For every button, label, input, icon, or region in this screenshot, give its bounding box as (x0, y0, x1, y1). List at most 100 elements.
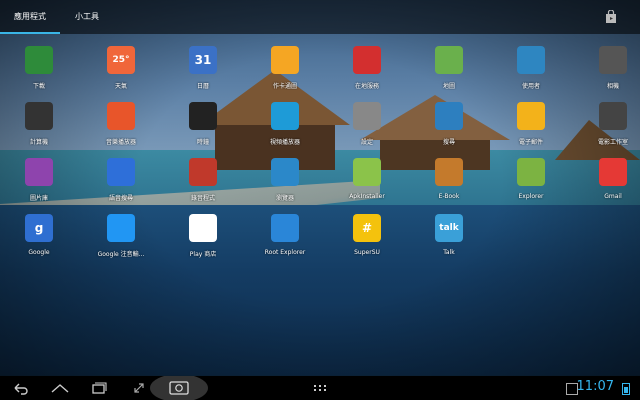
app-music[interactable]: 音樂播放器 (81, 102, 161, 158)
google-zhuyin-input-icon (107, 214, 135, 242)
video-player-icon (271, 102, 299, 130)
app-google-zhuyin-input[interactable]: Google 注音輸... (81, 214, 161, 270)
app-gallery[interactable]: 圖片庫 (0, 158, 79, 214)
app-settings-gear[interactable]: 設定 (327, 102, 407, 158)
google-search-icon: g (25, 214, 53, 242)
app-label: 錄音程式 (190, 195, 215, 202)
talk-icon: talk (435, 214, 463, 242)
maps-icon (435, 46, 463, 74)
music-icon (107, 102, 135, 130)
calendar-icon: 31 (189, 46, 217, 74)
app-label: 音樂播放器 (105, 139, 136, 146)
tab-widgets[interactable]: 小工具 (64, 0, 110, 34)
app-apk-installer[interactable]: ApkInstaller (327, 158, 407, 214)
app-label: Gmail (604, 193, 622, 200)
weather-icon: 25° (107, 46, 135, 74)
app-ebook[interactable]: E-Book (409, 158, 489, 214)
app-label: 電影工作室 (597, 139, 628, 146)
movie-studio-icon (599, 102, 627, 130)
app-download[interactable]: 下載 (0, 46, 79, 102)
app-label: Play 商店 (189, 251, 217, 258)
app-label: 設定 (360, 139, 373, 146)
app-movie-studio[interactable]: 電影工作室 (573, 102, 640, 158)
app-calculator[interactable]: 計算機 (0, 102, 79, 158)
screenshot-button-icon[interactable] (150, 376, 208, 400)
app-video-player[interactable]: 視頻播放器 (245, 102, 325, 158)
app-label: Google 注音輸... (97, 251, 145, 258)
battery-icon (622, 383, 630, 395)
app-label: 相機 (606, 83, 619, 90)
search-icon (435, 102, 463, 130)
app-voice-search[interactable]: 語音搜尋 (81, 158, 161, 214)
home-icon[interactable] (50, 380, 70, 396)
icon-glyph: # (361, 221, 373, 235)
icon-glyph: g (34, 221, 44, 235)
app-label: 下載 (32, 83, 45, 90)
app-google-search[interactable]: g Google (0, 214, 79, 270)
download-icon (25, 46, 53, 74)
app-root-explorer[interactable]: Root Explorer (245, 214, 325, 270)
tab-apps[interactable]: 應用程式 (0, 0, 60, 34)
gallery-icon (25, 158, 53, 186)
expand-icon[interactable] (132, 380, 146, 396)
app-supersu[interactable]: # SuperSU (327, 214, 407, 270)
app-sound-recorder[interactable]: 錄音程式 (163, 158, 243, 214)
supersu-icon: # (353, 214, 381, 242)
icon-glyph: 25° (112, 55, 130, 65)
app-label: 使用者 (521, 83, 540, 90)
app-label: Explorer (518, 193, 544, 200)
app-browser-globe[interactable]: 瀏覽器 (245, 158, 325, 214)
clock-icon (189, 102, 217, 130)
app-label: 天氣 (114, 83, 127, 90)
app-label: ApkInstaller (349, 193, 385, 200)
navigation-bar: 11:07 (0, 376, 640, 400)
app-email[interactable]: 電子郵件 (491, 102, 571, 158)
people-icon (517, 46, 545, 74)
all-apps-grid-icon[interactable] (312, 380, 328, 396)
icon-glyph: 31 (194, 53, 212, 67)
places-icon (353, 46, 381, 74)
app-explorer[interactable]: Explorer (491, 158, 571, 214)
root-explorer-icon (271, 214, 299, 242)
app-camera[interactable]: 相機 (573, 46, 640, 102)
app-label: Talk (443, 249, 455, 256)
app-label: 搜尋 (442, 139, 455, 146)
app-maps[interactable]: 地圖 (409, 46, 489, 102)
app-search[interactable]: 搜尋 (409, 102, 489, 158)
settings-gear-icon (353, 102, 381, 130)
app-weather[interactable]: 25° 天氣 (81, 46, 161, 102)
app-label: 計算機 (29, 139, 48, 146)
camera-icon (599, 46, 627, 74)
store-bag-icon[interactable] (604, 10, 618, 24)
calculator-icon (25, 102, 53, 130)
voice-search-icon (107, 158, 135, 186)
cartoon-icon (271, 46, 299, 74)
app-clock[interactable]: 時鐘 (163, 102, 243, 158)
app-talk[interactable]: talk Talk (409, 214, 489, 270)
app-drawer-tab-bar: 應用程式 小工具 (0, 0, 640, 34)
back-icon[interactable] (12, 380, 30, 396)
explorer-icon (517, 158, 545, 186)
app-people[interactable]: 使用者 (491, 46, 571, 102)
ebook-icon (435, 158, 463, 186)
app-label: 日曆 (196, 83, 209, 90)
apk-installer-icon (353, 158, 381, 186)
app-cartoon[interactable]: 作卡通圖 (245, 46, 325, 102)
app-label: Root Explorer (264, 249, 306, 256)
app-places[interactable]: 在地服務 (327, 46, 407, 102)
app-label: 時鐘 (196, 139, 209, 146)
app-label: 地圖 (442, 83, 455, 90)
app-calendar[interactable]: 31 日曆 (163, 46, 243, 102)
app-play-store[interactable]: Play 商店 (163, 214, 243, 270)
app-label: 瀏覽器 (275, 195, 294, 202)
app-gmail[interactable]: Gmail (573, 158, 640, 214)
app-label: E-Book (438, 193, 460, 200)
app-label: Google (28, 249, 50, 256)
app-label: 電子郵件 (518, 139, 543, 146)
app-label: 圖片庫 (29, 195, 48, 202)
gmail-icon (599, 158, 627, 186)
recent-apps-icon[interactable] (90, 380, 108, 396)
sound-recorder-icon (189, 158, 217, 186)
app-label: 作卡通圖 (272, 83, 297, 90)
play-store-icon (189, 214, 217, 242)
